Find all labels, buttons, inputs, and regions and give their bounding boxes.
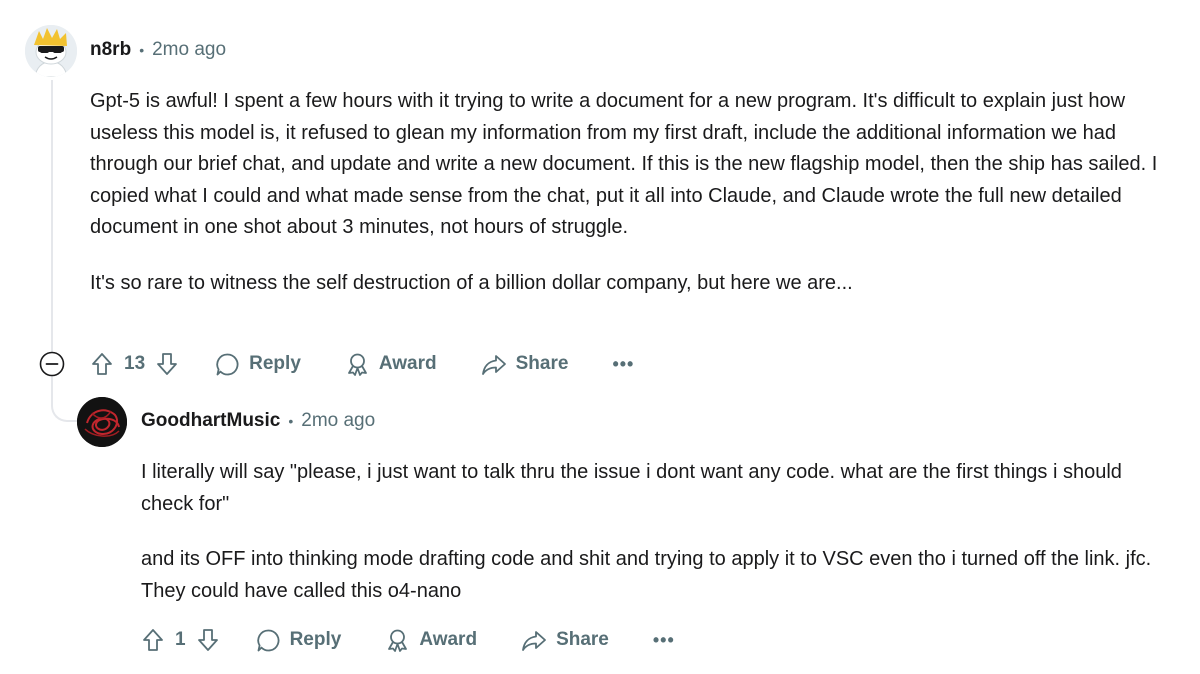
vote-count: 13 xyxy=(124,353,146,374)
more-options-button[interactable]: ••• xyxy=(612,354,634,375)
reply-button[interactable]: Reply xyxy=(215,352,301,377)
scribble-avatar-icon xyxy=(77,397,127,447)
avatar[interactable] xyxy=(77,397,127,447)
arrow-down-icon[interactable] xyxy=(196,627,220,653)
award-icon xyxy=(347,353,367,376)
comment-paragraph: I literally will say "please, i just wan… xyxy=(141,461,1122,515)
award-button[interactable]: Award xyxy=(345,352,437,377)
author-name[interactable]: n8rb xyxy=(90,39,131,61)
avatar[interactable] xyxy=(25,25,77,77)
arrow-down-icon[interactable] xyxy=(155,351,179,377)
comment-meta: GoodhartMusic • 2mo ago xyxy=(141,410,375,432)
comment-actions: 1 Reply Award Share ••• xyxy=(141,627,675,653)
reply-label: Reply xyxy=(249,353,301,374)
meta-separator: • xyxy=(139,42,145,58)
comment-body: I literally will say "please, i just wan… xyxy=(141,457,1171,607)
award-icon xyxy=(388,629,408,652)
vote-group: 1 xyxy=(141,627,220,653)
comment-paragraph: It's so rare to witness the self destruc… xyxy=(90,271,853,294)
comment-actions: 13 Reply Award Share ••• xyxy=(90,351,634,377)
award-label: Award xyxy=(378,353,437,374)
arrow-up-icon[interactable] xyxy=(90,351,114,377)
share-arrow-icon xyxy=(481,354,506,375)
award-button[interactable]: Award xyxy=(385,628,477,653)
vote-count: 1 xyxy=(175,629,186,650)
snoo-avatar-icon xyxy=(25,25,77,77)
share-button[interactable]: Share xyxy=(521,628,609,653)
vote-group: 13 xyxy=(90,351,179,377)
timestamp[interactable]: 2mo ago xyxy=(301,410,375,432)
share-label: Share xyxy=(556,629,609,650)
share-button[interactable]: Share xyxy=(481,352,569,377)
share-arrow-icon xyxy=(522,630,546,651)
reply-label: Reply xyxy=(289,629,342,650)
comment-paragraph: Gpt-5 is awful! I spent a few hours with… xyxy=(90,90,1158,238)
speech-bubble-icon xyxy=(256,629,280,651)
comment-body: Gpt-5 is awful! I spent a few hours with… xyxy=(90,86,1162,299)
arrow-up-icon[interactable] xyxy=(141,627,165,653)
author-name[interactable]: GoodhartMusic xyxy=(141,410,280,432)
reply-button[interactable]: Reply xyxy=(256,628,342,653)
meta-separator: • xyxy=(288,413,294,429)
reply-thread-connector xyxy=(51,376,81,422)
comment-meta: n8rb • 2mo ago xyxy=(90,39,226,61)
more-options-button[interactable]: ••• xyxy=(653,630,675,651)
thread-line xyxy=(51,80,53,352)
timestamp[interactable]: 2mo ago xyxy=(152,39,226,61)
award-label: Award xyxy=(419,629,478,650)
comment-paragraph: and its OFF into thinking mode drafting … xyxy=(141,548,1152,602)
speech-bubble-icon xyxy=(216,353,239,375)
share-label: Share xyxy=(515,353,569,374)
collapse-thread-icon[interactable] xyxy=(39,351,65,377)
